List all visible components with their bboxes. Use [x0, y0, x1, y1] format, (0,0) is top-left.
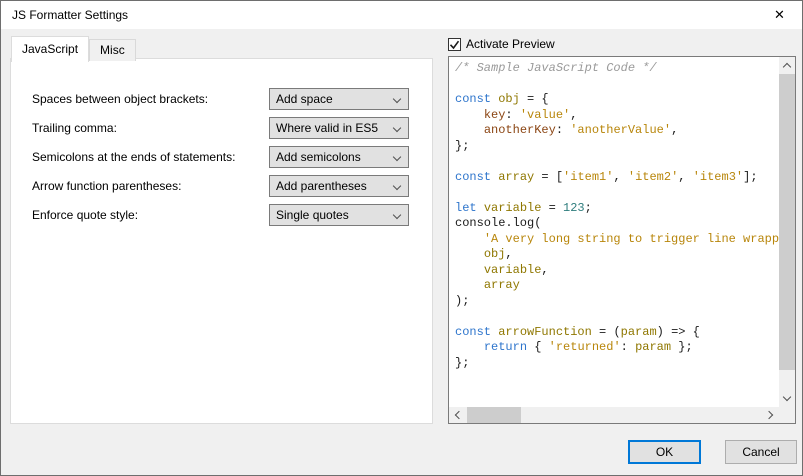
semicolons-at-the-ends-of-statements-dropdown[interactable]: Add semicolons	[269, 146, 409, 168]
dropdown-value: Where valid in ES5	[276, 121, 378, 135]
scroll-left-icon[interactable]	[449, 407, 466, 423]
trailing-comma-dropdown[interactable]: Where valid in ES5	[269, 117, 409, 139]
horizontal-scroll-thumb[interactable]	[467, 407, 521, 423]
activate-preview-label: Activate Preview	[466, 37, 555, 51]
scroll-right-icon[interactable]	[762, 407, 779, 423]
setting-label: Enforce quote style:	[32, 208, 138, 222]
chevron-down-icon	[393, 211, 401, 219]
code-line	[455, 77, 779, 93]
spaces-between-object-brackets-dropdown[interactable]: Add space	[269, 88, 409, 110]
activate-preview-row: Activate Preview	[448, 37, 555, 51]
scroll-up-icon[interactable]	[779, 57, 795, 74]
code-line: 'A very long string to trigger line wrap…	[455, 232, 779, 248]
chevron-down-icon	[393, 153, 401, 161]
code-line: /* Sample JavaScript Code */	[455, 61, 779, 77]
setting-row: Arrow function parentheses: Add parenthes…	[11, 175, 432, 197]
code-line: anotherKey: 'anotherValue',	[455, 123, 779, 139]
setting-row: Enforce quote style: Single quotes	[11, 204, 432, 226]
chevron-down-icon	[393, 95, 401, 103]
setting-label: Spaces between object brackets:	[32, 92, 208, 106]
js-formatter-settings-dialog: JS Formatter Settings ✕ JavaScriptMisc S…	[0, 0, 803, 476]
cancel-button[interactable]: Cancel	[725, 440, 797, 464]
code-line: console.log(	[455, 216, 779, 232]
code-line	[455, 309, 779, 325]
code-line: key: 'value',	[455, 108, 779, 124]
dropdown-value: Add space	[276, 92, 333, 106]
code-line: let variable = 123;	[455, 201, 779, 217]
dropdown-value: Add semicolons	[276, 150, 361, 164]
code-line: array	[455, 278, 779, 294]
tab-javascript[interactable]: JavaScript	[11, 36, 89, 62]
code-line: };	[455, 356, 779, 372]
code-line: };	[455, 139, 779, 155]
chevron-down-icon	[393, 124, 401, 132]
setting-label: Trailing comma:	[32, 121, 117, 135]
code-line: );	[455, 294, 779, 310]
horizontal-scrollbar[interactable]	[449, 407, 779, 423]
scroll-down-icon[interactable]	[779, 390, 795, 407]
javascript-tab-page: Spaces between object brackets: Add space…	[10, 58, 433, 424]
code-preview-panel: /* Sample JavaScript Code */ const obj = …	[448, 56, 796, 424]
setting-row: Semicolons at the ends of statements: Add…	[11, 146, 432, 168]
dropdown-value: Single quotes	[276, 208, 349, 222]
setting-row: Spaces between object brackets: Add space	[11, 88, 432, 110]
window-title: JS Formatter Settings	[12, 8, 128, 22]
code-line: const obj = {	[455, 92, 779, 108]
setting-label: Semicolons at the ends of statements:	[32, 150, 235, 164]
activate-preview-checkbox[interactable]	[448, 38, 461, 51]
chevron-down-icon	[393, 182, 401, 190]
enforce-quote-style-dropdown[interactable]: Single quotes	[269, 204, 409, 226]
titlebar[interactable]: JS Formatter Settings ✕	[1, 1, 802, 29]
vertical-scroll-thumb[interactable]	[779, 74, 795, 370]
setting-row: Trailing comma: Where valid in ES5	[11, 117, 432, 139]
code-line: const array = ['item1', 'item2', 'item3'…	[455, 170, 779, 186]
setting-label: Arrow function parentheses:	[32, 179, 181, 193]
close-icon[interactable]: ✕	[757, 1, 802, 29]
arrow-function-parentheses-dropdown[interactable]: Add parentheses	[269, 175, 409, 197]
scrollbar-corner	[779, 407, 795, 423]
code-line: return { 'returned': param };	[455, 340, 779, 356]
dropdown-value: Add parentheses	[276, 179, 367, 193]
tab-misc[interactable]: Misc	[89, 39, 136, 61]
code-line	[455, 185, 779, 201]
code-line: const arrowFunction = (param) => {	[455, 325, 779, 341]
code-line	[455, 154, 779, 170]
code-line: variable,	[455, 263, 779, 279]
code-line: obj,	[455, 247, 779, 263]
code-preview-text[interactable]: /* Sample JavaScript Code */ const obj = …	[449, 57, 779, 407]
ok-button[interactable]: OK	[628, 440, 701, 464]
vertical-scrollbar[interactable]	[779, 57, 795, 407]
tab-strip: JavaScriptMisc	[11, 36, 136, 61]
